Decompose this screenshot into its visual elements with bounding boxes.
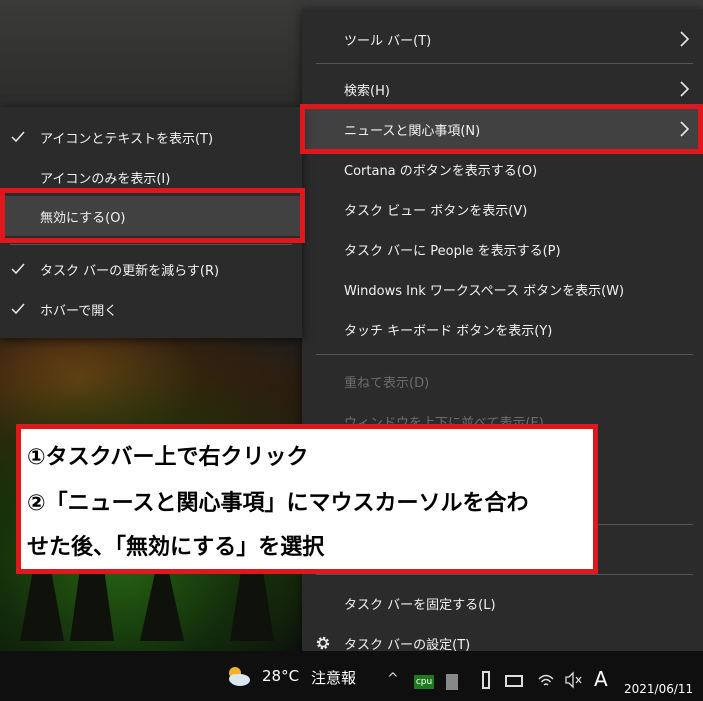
memory-monitor-icon[interactable] (446, 674, 458, 690)
menu-item-label: タスク バーを固定する(L) (344, 597, 496, 613)
menu-item-label: ツール バー(T) (344, 33, 432, 49)
menu-separator (316, 354, 693, 355)
news-and-interests-submenu: アイコンとテキストを表示(T) アイコンのみを表示(I) 無効にする(O) タス… (0, 107, 302, 338)
menu-item-show-cortana[interactable]: Cortana のボタンを表示する(O) (302, 149, 703, 189)
gear-icon (316, 636, 330, 650)
menu-separator (316, 63, 693, 64)
callout-step-2-continued: せた後、「無効にする」を選択 (27, 535, 325, 560)
menu-separator (10, 244, 292, 245)
menu-item-show-touch-keyboard[interactable]: タッチ キーボード ボタンを表示(Y) (302, 309, 703, 349)
checkmark-icon (11, 131, 25, 143)
menu-item-label: タスク バーに People を表示する(P) (344, 243, 561, 259)
checkmark-icon (11, 263, 25, 275)
submenu-item-label: アイコンのみを表示(I) (40, 171, 171, 187)
menu-item-label: 検索(H) (344, 83, 390, 99)
menu-item-show-task-view[interactable]: タスク ビュー ボタンを表示(V) (302, 189, 703, 229)
menu-item-news-and-interests[interactable]: ニュースと関心事項(N) (302, 109, 703, 149)
menu-item-label: タッチ キーボード ボタンを表示(Y) (344, 323, 553, 339)
submenu-item-label: 無効にする(O) (40, 210, 126, 226)
submenu-item-label: アイコンとテキストを表示(T) (40, 131, 214, 147)
wifi-icon[interactable] (537, 671, 555, 689)
submenu-item-turn-off[interactable]: 無効にする(O) (0, 196, 302, 236)
weather-temperature: 28°C (262, 667, 300, 685)
submenu-item-show-icon-and-text[interactable]: アイコンとテキストを表示(T) (0, 117, 302, 157)
menu-item-lock-taskbar[interactable]: タスク バーを固定する(L) (302, 583, 703, 623)
callout-step-1: ①タスクバー上で右クリック (27, 445, 309, 470)
submenu-item-show-icon-only[interactable]: アイコンのみを表示(I) (0, 157, 302, 197)
clock-date[interactable]: 2021/06/11 (624, 682, 693, 696)
submenu-item-open-on-hover[interactable]: ホバーで開く (0, 289, 302, 329)
chevron-up-icon[interactable]: ^ (387, 671, 399, 687)
menu-item-show-windows-ink[interactable]: Windows Ink ワークスペース ボタンを表示(W) (302, 269, 703, 309)
menu-item-label: タスク バーの設定(T) (344, 637, 471, 653)
partly-cloudy-icon (229, 667, 250, 686)
menu-item-search[interactable]: 検索(H) (302, 69, 703, 109)
submenu-item-label: ホバーで開く (40, 303, 118, 319)
weather-alert-text: 注意報 (311, 669, 357, 687)
callout-step-2: ②「ニュースと関心事項」にマウスカーソルを合わ (27, 491, 529, 516)
menu-separator (316, 574, 693, 575)
menu-item-show-people[interactable]: タスク バーに People を表示する(P) (302, 229, 703, 269)
usb-drive-icon[interactable] (482, 671, 490, 689)
menu-item-label: Cortana のボタンを表示する(O) (344, 163, 538, 179)
submenu-item-label: タスク バーの更新を減らす(R) (40, 263, 220, 279)
chevron-right-icon (680, 81, 690, 97)
menu-item-label: 重ねて表示(D) (344, 375, 430, 391)
taskbar: 28°C 注意報 ^ cpu A 2021/06/11 (0, 651, 703, 701)
cpu-monitor-icon[interactable]: cpu (414, 675, 434, 689)
chevron-right-icon (680, 121, 690, 137)
menu-item-toolbars[interactable]: ツール バー(T) (302, 19, 703, 59)
checkmark-icon (11, 303, 25, 315)
instruction-callout: ①タスクバー上で右クリック ②「ニュースと関心事項」にマウスカーソルを合わ せた… (16, 424, 598, 574)
chevron-right-icon (680, 31, 690, 47)
menu-item-cascade-windows: 重ねて表示(D) (302, 361, 703, 401)
menu-item-label: ニュースと関心事項(N) (344, 123, 481, 139)
menu-item-label: タスク ビュー ボタンを表示(V) (344, 203, 528, 219)
menu-item-label: Windows Ink ワークスペース ボタンを表示(W) (344, 283, 625, 299)
speaker-muted-icon[interactable] (564, 671, 582, 689)
submenu-item-reduce-updates[interactable]: タスク バーの更新を減らす(R) (0, 249, 302, 289)
ime-mode-indicator[interactable]: A (594, 667, 608, 691)
battery-icon[interactable] (505, 675, 523, 687)
